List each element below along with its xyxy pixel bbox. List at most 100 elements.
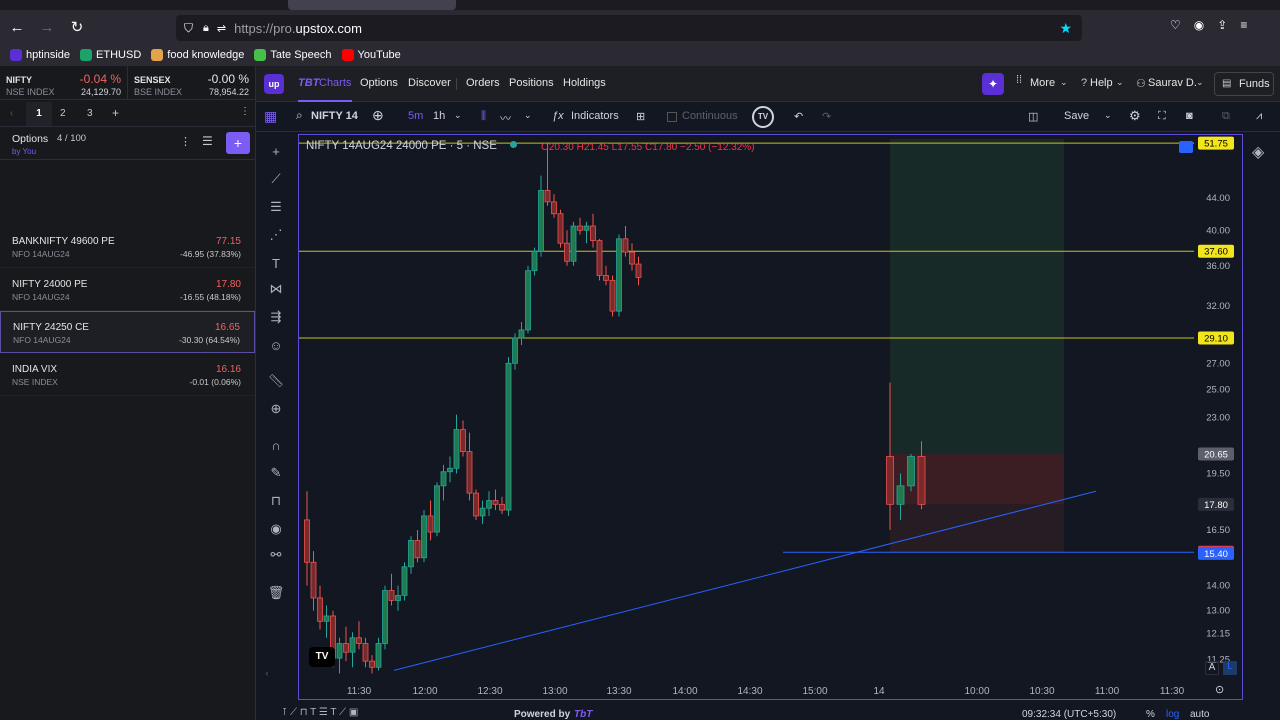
add-instrument-button[interactable]: + <box>226 132 250 154</box>
star-icon[interactable]: ★ <box>1059 20 1072 37</box>
shield-icon[interactable]: ⛉ <box>184 21 193 36</box>
candles-icon[interactable]: ⫼ <box>481 110 486 123</box>
trendline-icon[interactable]: ⟋ <box>265 168 287 190</box>
chevron-down-icon[interactable]: ⌄ <box>1104 110 1112 121</box>
percent-toggle[interactable]: % <box>1146 709 1155 720</box>
nav-discover[interactable]: Discover <box>408 77 451 89</box>
nav-help[interactable]: Help <box>1090 77 1113 89</box>
sort-icon[interactable]: ☰ <box>202 134 213 148</box>
symbol-search[interactable]: NIFTY 14 <box>311 110 358 122</box>
add-symbol-icon[interactable]: ⊕ <box>372 107 384 124</box>
split-view-icon[interactable]: ◫ <box>1028 110 1038 123</box>
log-toggle[interactable]: log <box>1166 709 1179 720</box>
timeframe-5m[interactable]: 5m <box>408 110 423 122</box>
measure-lines-icon[interactable]: ⇶ <box>265 306 287 328</box>
nav-more[interactable]: More <box>1030 77 1055 89</box>
settings-icon[interactable]: ⚙ <box>1129 108 1141 124</box>
ai-sparkle-icon[interactable]: ✦ <box>982 73 1004 95</box>
log-scale-button[interactable]: L <box>1223 661 1237 675</box>
trend-icon[interactable]: ⩘ <box>1256 110 1262 123</box>
emoji-icon[interactable]: ☺ <box>265 334 287 356</box>
candlestick-chart[interactable]: 11:30 12:00 12:30 13:00 13:30 14:00 14:30 15:00… <box>299 135 1242 699</box>
watchlist-tab-2[interactable]: 2 <box>60 108 66 119</box>
add-watchlist-button[interactable]: + <box>112 106 119 120</box>
auto-scale-button[interactable]: A <box>1205 661 1219 675</box>
watchlist-item[interactable]: NIFTY 24250 CE NFO 14AUG24 16.65 -30.30 (64… <box>0 311 255 353</box>
target-zone[interactable] <box>890 139 1064 455</box>
nav-orders[interactable]: Orders <box>466 77 500 89</box>
options-menu-icon[interactable]: ⋮ <box>180 135 191 148</box>
bookmark-item[interactable]: Tate Speech <box>254 49 332 61</box>
pencil-lock-icon[interactable]: ✎ <box>265 462 287 484</box>
bookmark-item[interactable]: YouTube <box>341 49 401 61</box>
bottom-tools-icons[interactable]: ⊺ ⟋ ⊓ T ☰ T ⟋ ▣ <box>282 707 358 718</box>
bookmark-item[interactable]: hptinside <box>10 49 70 61</box>
horizontal-lines-icon[interactable]: ☰ <box>265 196 287 218</box>
layout-icon[interactable]: ⊞ <box>636 110 645 123</box>
kebab-menu-icon[interactable]: ⋮ <box>240 106 250 117</box>
trendline[interactable] <box>393 490 1097 671</box>
user-name[interactable]: Saurav D. <box>1148 77 1197 89</box>
permissions-icon[interactable]: ⇌ <box>217 22 226 35</box>
watchlist-tab-3[interactable]: 3 <box>87 108 93 119</box>
chevron-down-icon[interactable]: ⌄ <box>454 110 462 121</box>
chart-area[interactable]: 11:30 12:00 12:30 13:00 13:30 14:00 14:30 15:00… <box>298 134 1243 700</box>
forward-icon[interactable]: → <box>34 14 60 40</box>
zoom-icon[interactable]: ⊕ <box>265 398 287 420</box>
pattern-icon[interactable]: ⋈ <box>265 278 287 300</box>
menu-icon[interactable]: ≡ <box>1240 18 1247 38</box>
watchlist-item[interactable]: INDIA VIX NSE INDEX 16.16 -0.01 (0.06%) <box>0 354 255 396</box>
lock-icon[interactable]: ⊓ <box>265 490 287 512</box>
collapse-arrow-icon[interactable]: ‹ <box>256 662 278 684</box>
bookmark-item[interactable]: ETHUSD <box>80 49 141 61</box>
eye-icon[interactable]: ◉ <box>265 518 287 540</box>
extension-icon[interactable]: ◉ <box>1194 18 1204 38</box>
link-icon[interactable]: ⚯ <box>265 544 287 566</box>
search-icon[interactable]: ⌕ <box>296 108 303 123</box>
back-icon[interactable]: ← <box>4 14 30 40</box>
browser-tab-active[interactable] <box>288 0 456 10</box>
address-bar[interactable]: ⛉ 🔒︎ ⇌ https://pro.upstox.com ★ <box>176 15 1082 41</box>
nav-positions[interactable]: Positions <box>509 77 554 89</box>
timeframe-1h[interactable]: 1h <box>433 110 445 122</box>
line-chart-icon[interactable]: 〰 <box>500 110 511 126</box>
upstox-logo[interactable]: up <box>264 74 284 94</box>
pocket-icon[interactable]: ♡ <box>1170 18 1181 38</box>
popout-icon[interactable]: ⧉ <box>1222 110 1230 123</box>
ruler-icon[interactable]: 📏︎ <box>265 370 287 392</box>
apps-grid-icon[interactable]: ▦ <box>264 108 277 125</box>
nav-options[interactable]: Options <box>360 77 398 89</box>
fullscreen-icon[interactable]: ⛶ <box>1158 110 1166 123</box>
redo-icon[interactable]: ↷ <box>822 110 831 123</box>
trash-icon[interactable]: 🗑︎ <box>265 582 287 604</box>
save-button[interactable]: Save <box>1064 110 1089 122</box>
nav-charts[interactable]: Charts <box>319 77 351 89</box>
stop-zone[interactable] <box>890 454 1064 505</box>
pitchfork-icon[interactable]: ⋰ <box>265 224 287 246</box>
layers-icon[interactable]: ◈ <box>1252 142 1264 162</box>
index-nifty[interactable]: NIFTY -0.04 % NSE INDEX 24,129.70 <box>0 66 128 100</box>
lock-icon[interactable]: 🔒︎ <box>203 22 209 35</box>
stop-zone-lower[interactable] <box>890 504 1064 553</box>
reload-icon[interactable]: ↻ <box>64 14 90 40</box>
magnet-icon[interactable]: ∩ <box>265 434 287 456</box>
continuous-checkbox[interactable] <box>667 112 677 122</box>
auto-toggle[interactable]: auto <box>1190 709 1209 720</box>
fx-icon[interactable]: ƒx <box>552 110 564 122</box>
index-sensex[interactable]: SENSEX -0.00 % BSE INDEX 78,954.22 <box>128 66 255 100</box>
chevron-down-icon[interactable]: ⌄ <box>524 110 532 121</box>
bookmark-item[interactable]: food knowledge <box>151 49 244 61</box>
clock-time[interactable]: 09:32:34 (UTC+5:30) <box>1022 709 1116 720</box>
crosshair-icon[interactable]: + <box>265 140 287 162</box>
nav-holdings[interactable]: Holdings <box>563 77 606 89</box>
text-icon[interactable]: T <box>265 252 287 274</box>
tradingview-icon[interactable]: TV <box>752 106 774 128</box>
watchlist-item[interactable]: NIFTY 24000 PE NFO 14AUG24 17.80 -16.55 (48… <box>0 269 255 311</box>
funds-button[interactable]: ▤ Funds <box>1214 72 1274 96</box>
watchlist-tab-1[interactable]: 1 <box>26 102 52 126</box>
indicators-button[interactable]: Indicators <box>571 110 619 122</box>
time-settings-icon[interactable]: ⊙ <box>1215 683 1224 696</box>
undo-icon[interactable]: ↶ <box>794 110 803 123</box>
watchlist-item[interactable]: BANKNIFTY 49600 PE NFO 14AUG24 77.15 -46.95… <box>0 226 255 268</box>
chevron-left-icon[interactable]: ‹ <box>10 108 13 119</box>
